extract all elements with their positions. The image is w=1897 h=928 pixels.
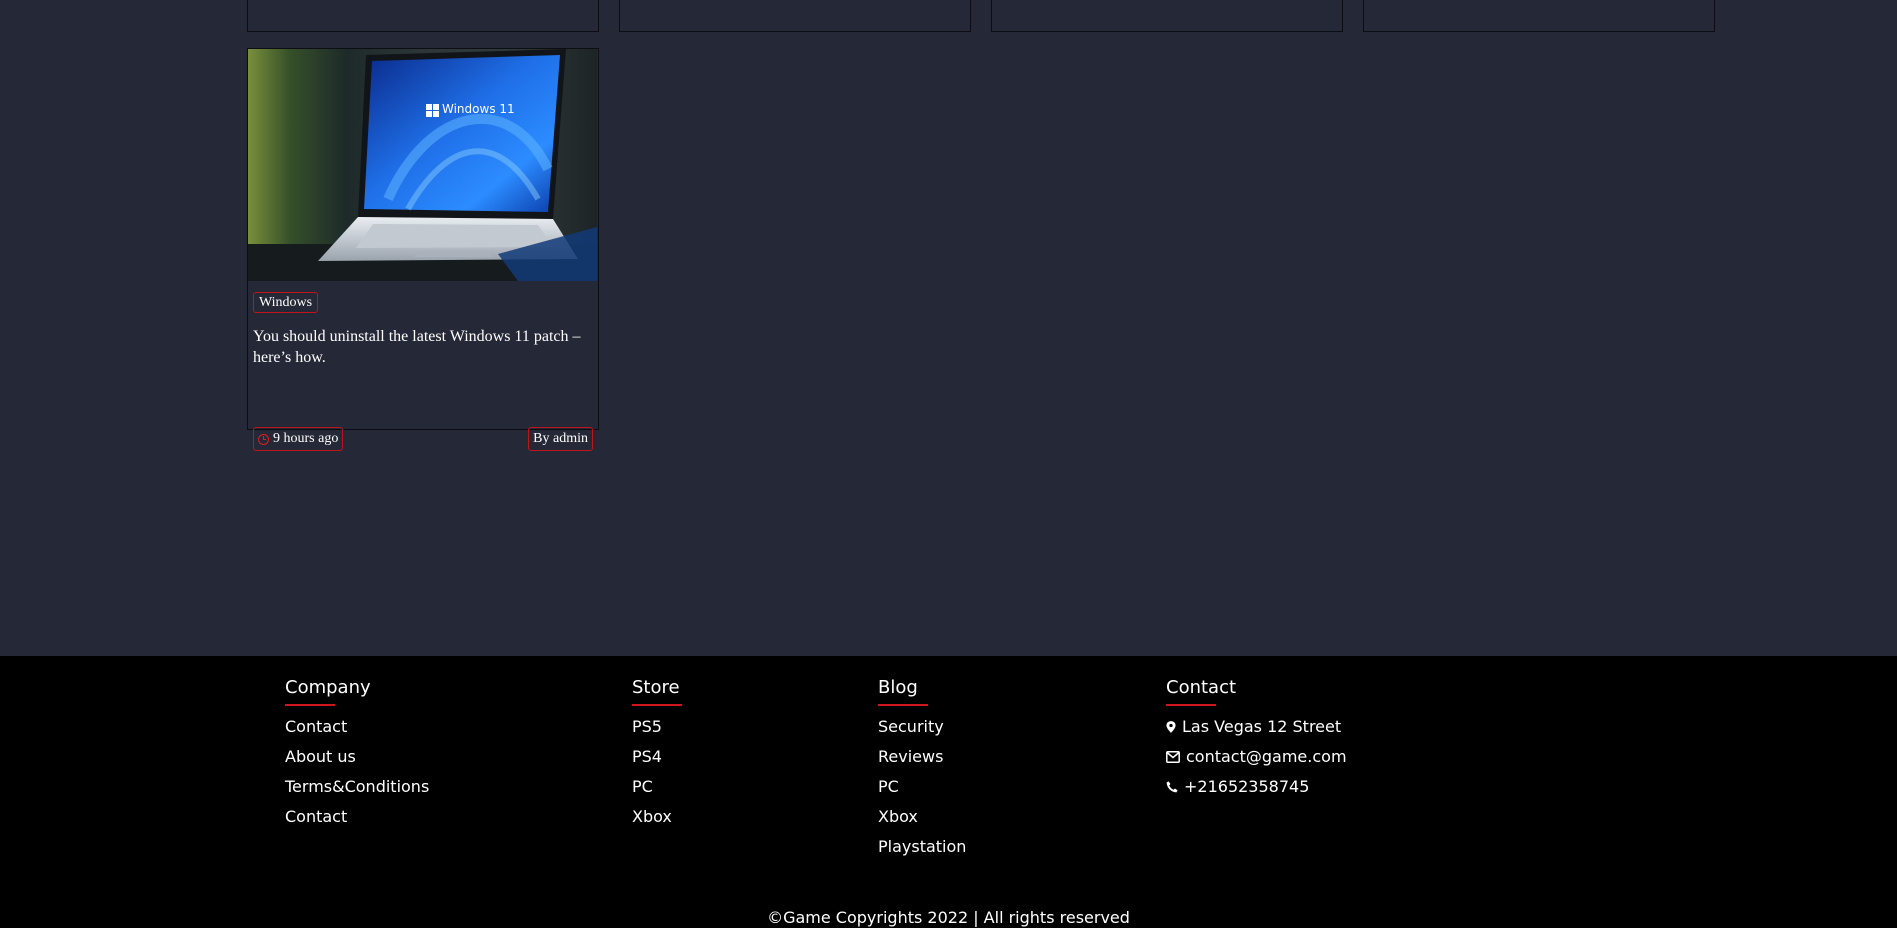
footer-email[interactable]: contact@game.com: [1166, 748, 1347, 778]
footer-link-blog-xbox[interactable]: Xbox: [878, 808, 966, 838]
post-card-partial-2[interactable]: [619, 0, 971, 32]
laptop-illustration: [248, 49, 597, 281]
post-card-partial-4[interactable]: [1363, 0, 1715, 32]
footer-address-text: Las Vegas 12 Street: [1182, 717, 1342, 736]
footer-company-links: Contact About us Terms&Conditions Contac…: [285, 718, 429, 838]
footer-link-about-us[interactable]: About us: [285, 748, 429, 778]
footer-store-heading: Store: [632, 676, 682, 706]
footer-link-pc[interactable]: PC: [632, 778, 680, 808]
footer: Company Contact About us Terms&Condition…: [0, 656, 1897, 928]
post-card[interactable]: Windows 11 Windows You should uninstall …: [247, 48, 599, 451]
footer-company: Company Contact About us Terms&Condition…: [285, 676, 429, 838]
post-category-tag[interactable]: Windows: [253, 292, 319, 313]
footer-store: Store PS5 PS4 PC Xbox: [632, 676, 682, 838]
post-card-partial-3[interactable]: [991, 0, 1343, 32]
post-title[interactable]: You should uninstall the latest Windows …: [253, 326, 593, 368]
post-thumbnail-image-text: Windows 11: [442, 102, 515, 116]
footer-link-playstation[interactable]: Playstation: [878, 838, 966, 868]
footer-blog-heading: Blog: [878, 676, 966, 706]
footer-link-security[interactable]: Security: [878, 718, 966, 748]
footer-blog-links: Security Reviews PC Xbox Playstation: [878, 718, 966, 868]
footer-link-ps4[interactable]: PS4: [632, 748, 680, 778]
page: Windows 11 Windows You should uninstall …: [0, 0, 1897, 928]
post-time-badge: 9 hours ago: [253, 427, 344, 451]
footer-link-blog-pc[interactable]: PC: [878, 778, 966, 808]
footer-link-contact[interactable]: Contact: [285, 718, 429, 748]
footer-contact-list: Las Vegas 12 Street contact@game.com +21…: [1166, 718, 1347, 808]
footer-contact: Contact Las Vegas 12 Street contact@game…: [1166, 676, 1347, 808]
footer-copyright: ©Game Copyrights 2022 | All rights reser…: [767, 908, 1130, 927]
footer-blog: Blog Security Reviews PC Xbox Playstatio…: [878, 676, 966, 868]
footer-link-reviews[interactable]: Reviews: [878, 748, 966, 778]
footer-company-heading: Company: [285, 676, 429, 706]
footer-email-text[interactable]: contact@game.com: [1186, 748, 1347, 766]
footer-phone[interactable]: +21652358745: [1166, 778, 1347, 808]
footer-link-ps5[interactable]: PS5: [632, 718, 680, 748]
footer-store-links: PS5 PS4 PC Xbox: [632, 718, 680, 838]
footer-link-contact-2[interactable]: Contact: [285, 808, 429, 838]
envelope-icon: [1166, 751, 1180, 763]
post-time: 9 hours ago: [273, 431, 339, 446]
footer-address: Las Vegas 12 Street: [1166, 718, 1347, 748]
footer-link-xbox[interactable]: Xbox: [632, 808, 680, 838]
post-author-badge[interactable]: By admin: [528, 427, 593, 451]
clock-icon: [258, 433, 269, 445]
post-card-partial-1[interactable]: [247, 0, 599, 32]
footer-phone-text[interactable]: +21652358745: [1184, 778, 1309, 796]
phone-icon: [1166, 781, 1178, 793]
footer-link-terms[interactable]: Terms&Conditions: [285, 778, 429, 808]
post-author[interactable]: By admin: [533, 430, 588, 448]
post-thumbnail[interactable]: Windows 11: [248, 49, 597, 281]
footer-contact-heading: Contact: [1166, 676, 1347, 706]
map-marker-icon: [1166, 721, 1176, 733]
